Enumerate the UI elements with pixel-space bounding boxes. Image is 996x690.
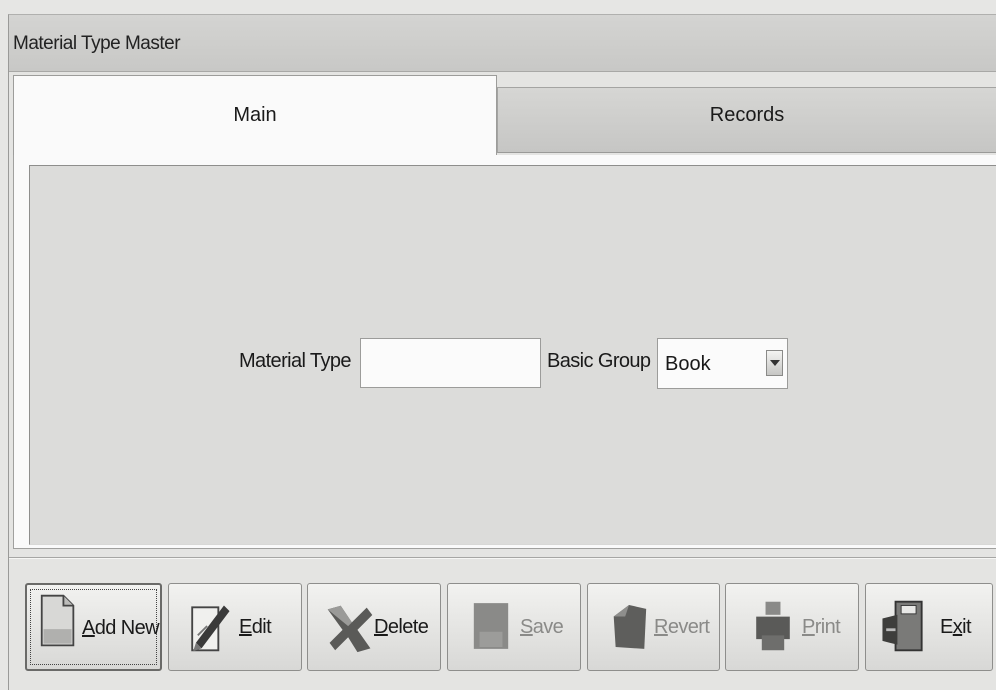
window-title: Material Type Master xyxy=(13,33,181,54)
add-new-label: Add New xyxy=(82,617,160,639)
material-type-label: Material Type xyxy=(239,350,351,372)
exit-label: Exit xyxy=(940,616,972,638)
print-label: Print xyxy=(802,616,841,638)
main-tab-panel: Material Type Basic Group Book xyxy=(13,155,996,549)
basic-group-dropdown-button[interactable] xyxy=(766,350,783,376)
basic-group-value: Book xyxy=(665,353,711,375)
chevron-down-icon xyxy=(770,360,780,366)
basic-group-label: Basic Group xyxy=(547,350,651,372)
edit-label: Edit xyxy=(239,616,272,638)
title-bar[interactable]: Material Type Master xyxy=(9,15,996,72)
document-icon xyxy=(40,594,75,647)
tab-main[interactable]: Main xyxy=(13,75,497,155)
basic-group-select[interactable]: Book xyxy=(657,338,788,389)
tab-strip: Main Records xyxy=(9,73,996,157)
add-new-button[interactable]: Add New xyxy=(25,583,162,671)
printer-icon xyxy=(756,601,790,651)
save-label: Save xyxy=(520,616,564,638)
action-toolbar: Add New Edit Delete Save Revert Print Ex… xyxy=(9,565,996,690)
divider xyxy=(9,557,996,559)
revert-label: Revert xyxy=(654,616,710,638)
material-type-input[interactable] xyxy=(360,338,541,388)
form-area: Material Type Basic Group Book xyxy=(29,165,996,545)
exit-button[interactable]: Exit xyxy=(865,583,993,671)
tab-records[interactable]: Records xyxy=(497,87,996,153)
print-button[interactable]: Print xyxy=(725,583,859,671)
save-button[interactable]: Save xyxy=(447,583,581,671)
edit-button[interactable]: Edit xyxy=(168,583,302,671)
pen-edit-icon xyxy=(191,605,230,652)
revert-button[interactable]: Revert xyxy=(587,583,720,671)
tab-main-label: Main xyxy=(233,104,277,126)
delete-label: Delete xyxy=(374,616,429,638)
exit-door-icon xyxy=(882,600,923,652)
save-disk-icon xyxy=(473,603,509,649)
tab-records-label: Records xyxy=(709,104,785,126)
material-type-master-window: Material Type Master Main Records Materi… xyxy=(8,14,996,690)
delete-x-icon xyxy=(327,605,373,653)
revert-icon xyxy=(613,605,647,649)
delete-button[interactable]: Delete xyxy=(307,583,441,671)
